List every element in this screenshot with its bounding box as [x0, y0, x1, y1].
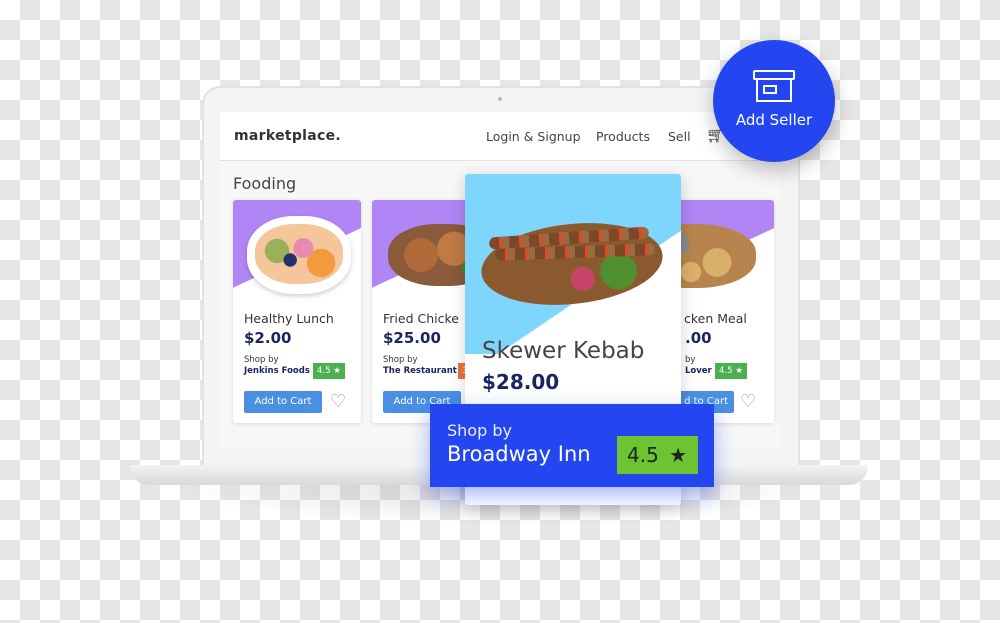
rating-badge: 4.5 ★ — [313, 363, 345, 379]
heart-icon[interactable]: ♡ — [740, 391, 756, 413]
add-to-cart-button[interactable]: Add to Cart — [244, 391, 322, 413]
featured-product-price: $28.00 — [482, 370, 560, 394]
rating-badge: 4.5 ★ — [617, 436, 698, 474]
shop-name[interactable]: The Restaurant — [383, 366, 457, 376]
shop-by-label: by — [685, 355, 696, 365]
featured-product-name: Skewer Kebab — [482, 338, 645, 364]
product-price: .00 — [685, 329, 712, 347]
shop-popup[interactable]: Shop by Broadway Inn 4.5 ★ — [430, 404, 714, 487]
add-seller-button[interactable]: Add Seller — [713, 40, 835, 162]
shop-by-label: Shop by — [244, 355, 279, 365]
logo[interactable]: marketplace. — [234, 128, 341, 144]
nav-products[interactable]: Products — [596, 129, 650, 144]
shop-name[interactable]: Lover — [685, 366, 712, 376]
shop-name[interactable]: Broadway Inn — [447, 442, 591, 466]
nav-login-signup[interactable]: Login & Signup — [486, 129, 581, 144]
product-card[interactable]: Healthy Lunch $2.00 Shop by Jenkins Food… — [233, 200, 361, 423]
navbar: marketplace. Login & Signup Products Sel… — [220, 112, 780, 161]
shop-name[interactable]: Jenkins Foods — [244, 366, 310, 376]
product-name: Healthy Lunch — [244, 311, 334, 326]
product-name: Fried Chicke — [383, 311, 459, 326]
rating-badge: 4.5 ★ — [715, 363, 747, 379]
star-icon: ★ — [669, 443, 688, 467]
product-price: $2.00 — [244, 329, 292, 347]
section-title: Fooding — [233, 174, 297, 193]
nav-sell[interactable]: Sell — [668, 129, 691, 144]
product-price: $25.00 — [383, 329, 441, 347]
heart-icon[interactable]: ♡ — [330, 391, 346, 413]
shop-by-label: Shop by — [447, 421, 512, 440]
featured-product-image — [465, 174, 681, 354]
product-name: cken Meal — [684, 311, 747, 326]
store-icon — [753, 70, 795, 104]
laptop-camera — [498, 97, 502, 101]
shop-by-label: Shop by — [383, 355, 418, 365]
rating-value: 4.5 — [627, 443, 659, 467]
product-image — [233, 200, 361, 294]
add-seller-label: Add Seller — [735, 111, 813, 129]
